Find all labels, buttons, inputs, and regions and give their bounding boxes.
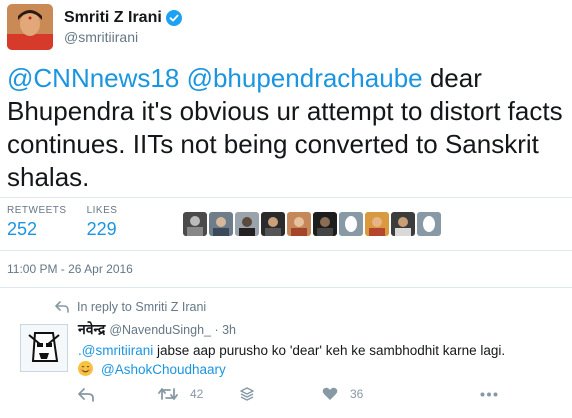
divider (0, 250, 572, 251)
stack-button[interactable] (240, 387, 254, 401)
reply-text: .@smritiirani jabse aap purusho ko 'dear… (78, 341, 568, 379)
likes-stat[interactable]: LIKES 229 (87, 205, 118, 240)
liker-avatar[interactable] (235, 212, 259, 236)
tweet-header: Smriti Z Irani @smritiirani (7, 4, 182, 50)
reply-author-name[interactable]: नवेन्द्र (78, 320, 105, 339)
liker-avatar[interactable] (313, 212, 337, 236)
reply-context-label: In reply to Smriti Z Irani (77, 300, 207, 314)
tweet-timestamp[interactable]: 11:00 PM - 26 Apr 2016 (7, 262, 133, 276)
reply-avatar[interactable] (20, 324, 68, 372)
liker-avatars (183, 212, 443, 236)
reply-arrow-icon (55, 301, 69, 313)
liker-avatar[interactable] (183, 212, 207, 236)
retweet-button[interactable]: 42 (158, 387, 203, 401)
divider (0, 197, 572, 198)
retweet-icon (158, 388, 178, 400)
stack-icon (240, 387, 254, 401)
tweet-stats: RETWEETS 252 LIKES 229 (7, 205, 137, 240)
author-avatar[interactable] (7, 4, 53, 50)
verified-badge-icon (165, 10, 182, 26)
liker-avatar[interactable] (391, 212, 415, 236)
reply-context[interactable]: In reply to Smriti Z Irani (55, 300, 206, 314)
liker-avatar[interactable] (417, 212, 441, 236)
mention-ashokchoudhaary[interactable]: @AshokChoudhaary (101, 362, 226, 377)
author-name[interactable]: Smriti Z Irani (64, 9, 162, 27)
like-count: 36 (350, 387, 364, 401)
author-handle[interactable]: @smritiirani (64, 29, 182, 45)
reply-body: jabse aap purusho ko 'dear' keh ke sambh… (153, 343, 506, 358)
reply-actions: 42 36 (78, 386, 558, 406)
more-icon (480, 392, 498, 397)
liker-avatar[interactable] (287, 212, 311, 236)
heart-icon (322, 387, 338, 400)
mention-smritiirani[interactable]: .@smritiirani (78, 343, 153, 358)
reply-author-handle[interactable]: @NavenduSingh_ · 3h (109, 323, 236, 337)
retweets-label: RETWEETS (7, 205, 67, 216)
liker-avatar[interactable] (339, 212, 363, 236)
more-button[interactable] (480, 392, 498, 397)
liker-avatar[interactable] (365, 212, 389, 236)
liker-avatar[interactable] (209, 212, 233, 236)
smiley-emoji-icon (78, 361, 93, 376)
retweet-count: 42 (190, 387, 204, 401)
retweets-count: 252 (7, 219, 38, 239)
mention-bhupendrachaube[interactable]: @bhupendrachaube (187, 63, 423, 93)
likes-count: 229 (86, 219, 117, 239)
like-button[interactable]: 36 (322, 387, 363, 401)
reply-arrow-icon (78, 388, 94, 402)
liker-avatar[interactable] (261, 212, 285, 236)
mention-cnnnews18[interactable]: @CNNnews18 (7, 63, 179, 93)
retweets-stat[interactable]: RETWEETS 252 (7, 205, 67, 240)
reply-button[interactable] (78, 388, 94, 402)
tweet-text: @CNNnews18 @bhupendrachaube dear Bhupend… (7, 62, 563, 194)
likes-label: LIKES (86, 205, 118, 216)
divider (0, 287, 572, 288)
